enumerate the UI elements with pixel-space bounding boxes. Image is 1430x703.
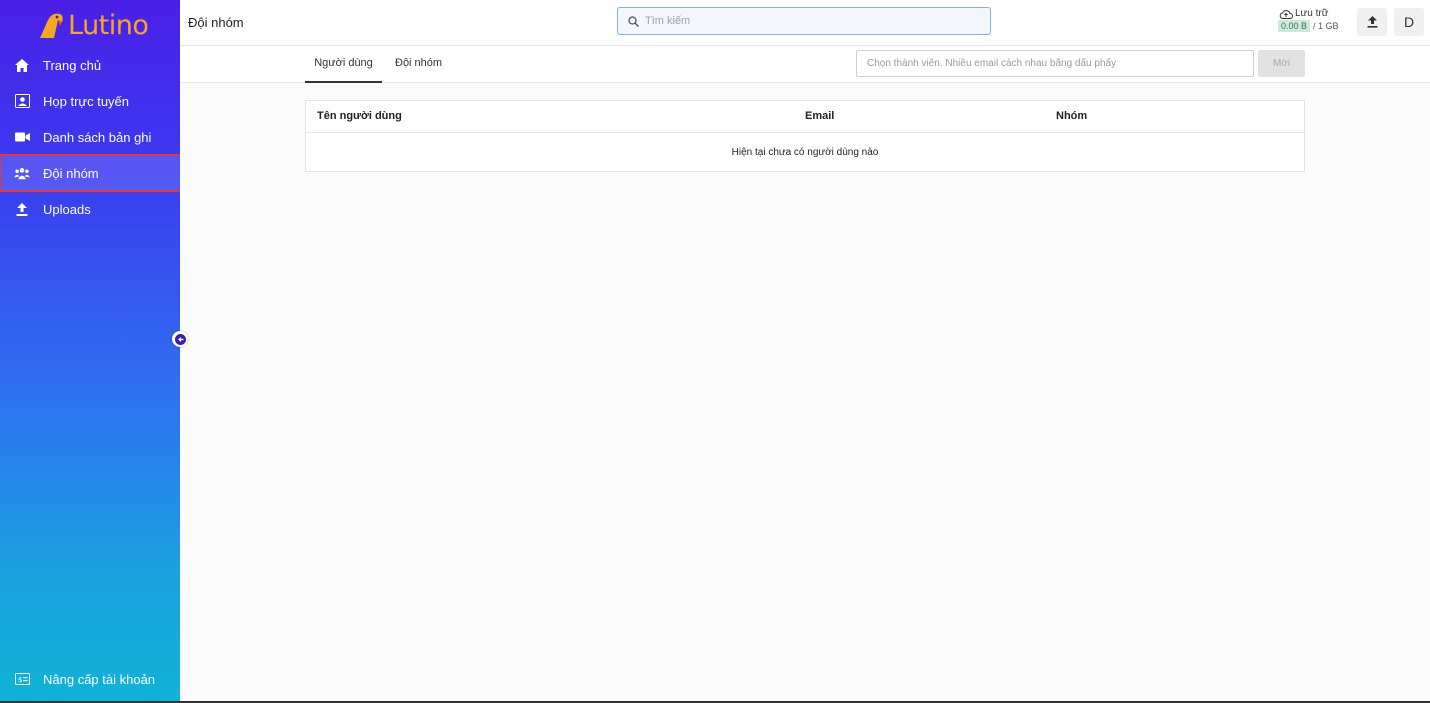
app-name: Lutino: [68, 9, 149, 41]
tab-users[interactable]: Người dùng: [305, 46, 382, 83]
video-camera-icon: [14, 129, 30, 145]
home-icon: [14, 57, 30, 73]
storage-used: 0.00 B: [1278, 20, 1311, 32]
team-icon: [14, 165, 30, 181]
upload-icon: [1367, 16, 1377, 28]
avatar-letter: D: [1403, 14, 1415, 30]
storage-usage: 0.00 B/ 1 GB: [1278, 20, 1339, 32]
empty-state-message: Hiện tại chưa có người dùng nào: [731, 146, 879, 158]
sidebar-item-recordings[interactable]: Danh sách bản ghi: [0, 119, 180, 155]
sidebar-item-uploads[interactable]: Uploads: [0, 191, 180, 227]
meeting-icon: [14, 93, 30, 109]
sidebar-item-upgrade[interactable]: $ Nâng cấp tài khoản: [0, 661, 180, 697]
search-icon: [628, 15, 639, 27]
sidebar: Lutino Trang chủ Họp trực tuyến Danh sác…: [0, 0, 189, 703]
top-header: Đội nhóm Lưu trữ 0.00 B/ 1 GB D: [180, 0, 1430, 46]
svg-text:$: $: [18, 676, 22, 684]
collapse-sidebar-button[interactable]: [172, 331, 188, 347]
storage-label-row: Lưu trữ: [1279, 8, 1339, 19]
storage-total: / 1 GB: [1313, 21, 1339, 31]
search-box[interactable]: [617, 7, 991, 35]
column-header-email[interactable]: Email: [805, 110, 834, 122]
search-input[interactable]: [643, 14, 977, 28]
column-header-group[interactable]: Nhóm: [1056, 110, 1087, 122]
storage-label: Lưu trữ: [1295, 8, 1329, 19]
sidebar-item-team[interactable]: Đội nhóm: [0, 154, 189, 192]
sidebar-item-label: Họp trực tuyến: [43, 93, 130, 109]
main-content: Người dùng Đội nhóm Mời Tên người dùng E…: [180, 46, 1430, 703]
upload-icon: [14, 201, 30, 217]
users-table: Tên người dùng Email Nhóm Hiện tại chưa …: [305, 100, 1305, 172]
upgrade-card-icon: $: [14, 671, 30, 687]
storage-indicator[interactable]: Lưu trữ 0.00 B/ 1 GB: [1278, 8, 1339, 32]
column-header-username[interactable]: Tên người dùng: [317, 110, 402, 122]
tab-teams[interactable]: Đội nhóm: [395, 46, 442, 81]
page-title: Đội nhóm: [188, 15, 244, 30]
sidebar-nav: Trang chủ Họp trực tuyến Danh sách bản g…: [0, 47, 189, 227]
table-header-row: Tên người dùng Email Nhóm: [306, 101, 1304, 133]
tab-bar: Người dùng Đội nhóm Mời: [180, 46, 1430, 83]
sidebar-item-label: Danh sách bản ghi: [43, 129, 152, 145]
invite-button[interactable]: Mời: [1258, 50, 1305, 77]
sidebar-bottom: $ Nâng cấp tài khoản: [0, 661, 180, 697]
sidebar-item-meeting[interactable]: Họp trực tuyến: [0, 83, 180, 119]
invite-members-input[interactable]: [856, 50, 1254, 77]
user-avatar-button[interactable]: D: [1394, 8, 1424, 36]
parrot-logo-icon: [40, 13, 63, 38]
sidebar-item-label: Đội nhóm: [43, 165, 99, 181]
arrow-left-icon: [174, 333, 186, 345]
sidebar-item-label: Trang chủ: [43, 57, 102, 73]
sidebar-item-label: Uploads: [43, 201, 91, 217]
sidebar-item-label: Nâng cấp tài khoản: [43, 671, 156, 687]
app-logo[interactable]: Lutino: [36, 8, 149, 42]
sidebar-item-home[interactable]: Trang chủ: [0, 47, 180, 83]
upload-button[interactable]: [1357, 8, 1387, 36]
cloud-upload-icon: [1279, 9, 1293, 19]
